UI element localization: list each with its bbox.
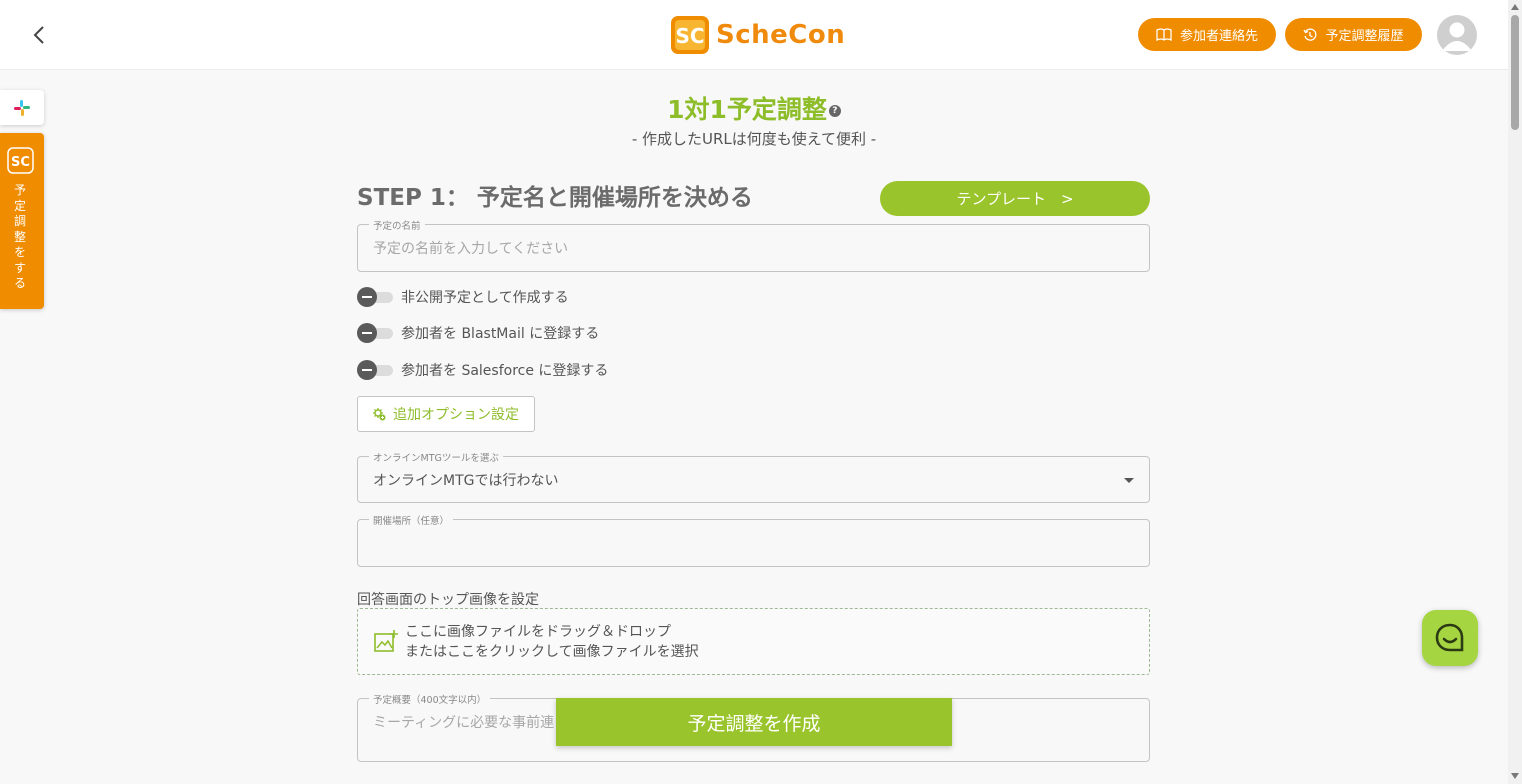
private-toggle-row: 非公開予定として作成する bbox=[357, 286, 569, 308]
page-title-text: 1対1予定調整 bbox=[667, 95, 827, 124]
contacts-button-label: 参加者連絡先 bbox=[1179, 29, 1258, 44]
page-subtitle: - 作成したURLは何度も使えて便利 - bbox=[631, 130, 877, 148]
salesforce-toggle[interactable] bbox=[357, 360, 393, 380]
svg-text:SC: SC bbox=[11, 155, 30, 170]
app-header: SC ScheCon 参加者連絡先 予定調整履歴 bbox=[0, 0, 1508, 70]
event-name-placeholder: 予定の名前を入力してください bbox=[373, 241, 569, 257]
schecon-logo-icon: SC bbox=[671, 16, 709, 54]
dropzone-line2: またはここをクリックして画像ファイルを選択 bbox=[405, 644, 699, 660]
location-label: 開催場所（任意） bbox=[369, 513, 454, 527]
blastmail-toggle-label: 参加者を BlastMail に登録する bbox=[401, 326, 600, 342]
schedule-side-tab-label: 予定調整をする bbox=[14, 183, 27, 290]
template-button[interactable]: テンプレート > bbox=[880, 181, 1150, 216]
help-icon[interactable]: ? bbox=[828, 105, 841, 117]
history-button-label: 予定調整履歴 bbox=[1325, 29, 1404, 44]
chat-icon bbox=[1435, 623, 1464, 652]
history-icon bbox=[1303, 27, 1317, 41]
avatar[interactable] bbox=[1437, 15, 1477, 55]
svg-text:SC: SC bbox=[675, 24, 704, 48]
event-name-field[interactable]: 予定の名前 予定の名前を入力してください bbox=[357, 218, 1150, 272]
mtg-tool-select[interactable]: オンラインMTGツールを選ぶ オンラインMTGでは行わない bbox=[357, 450, 1150, 503]
scroll-down-arrow[interactable] bbox=[1511, 773, 1519, 779]
image-dropzone[interactable]: ここに画像ファイルをドラッグ＆ドロップ またはここをクリックして画像ファイルを選… bbox=[357, 608, 1150, 675]
settings-plus-icon bbox=[373, 408, 386, 421]
blastmail-toggle-row: 参加者を BlastMail に登録する bbox=[357, 322, 599, 344]
page-title: 1対1予定調整? bbox=[0, 90, 1508, 126]
summary-placeholder: ミーティングに必要な事前連 bbox=[373, 715, 555, 731]
scroll-up-arrow[interactable] bbox=[1511, 4, 1519, 10]
schecon-icon: SC bbox=[7, 147, 34, 174]
book-icon bbox=[1156, 27, 1172, 41]
private-toggle-label: 非公開予定として作成する bbox=[401, 290, 569, 306]
mtg-tool-value: オンラインMTGでは行わない bbox=[373, 472, 559, 489]
salesforce-toggle-label: 参加者を Salesforce に登録する bbox=[401, 363, 609, 379]
contacts-button[interactable]: 参加者連絡先 bbox=[1138, 18, 1276, 51]
app-logo[interactable]: SC ScheCon bbox=[670, 15, 845, 55]
create-schedule-button[interactable]: 予定調整を作成 bbox=[556, 698, 952, 746]
image-add-icon bbox=[374, 630, 398, 652]
additional-options-label: 追加オプション設定 bbox=[393, 407, 519, 423]
schedule-side-tab[interactable]: SC 予定調整をする bbox=[0, 133, 44, 309]
location-field[interactable]: 開催場所（任意） bbox=[357, 513, 1150, 567]
dropzone-line1: ここに画像ファイルをドラッグ＆ドロップ bbox=[405, 624, 671, 640]
caret-down-icon bbox=[1124, 478, 1134, 483]
top-image-label: 回答画面のトップ画像を設定 bbox=[357, 592, 539, 608]
history-button[interactable]: 予定調整履歴 bbox=[1285, 18, 1422, 51]
additional-options-button[interactable]: 追加オプション設定 bbox=[357, 396, 535, 432]
avatar-icon bbox=[1442, 22, 1472, 51]
scroll-thumb[interactable] bbox=[1511, 15, 1519, 130]
blastmail-toggle[interactable] bbox=[357, 323, 393, 343]
step-heading: STEP 1： 予定名と開催場所を決める bbox=[357, 185, 753, 211]
salesforce-toggle-row: 参加者を Salesforce に登録する bbox=[357, 359, 608, 381]
private-toggle[interactable] bbox=[357, 287, 393, 307]
page-scrollbar[interactable] bbox=[1508, 0, 1522, 784]
app-name: ScheCon bbox=[716, 20, 846, 50]
back-button[interactable] bbox=[26, 20, 54, 50]
chat-button[interactable] bbox=[1422, 610, 1478, 666]
back-icon bbox=[33, 26, 44, 44]
